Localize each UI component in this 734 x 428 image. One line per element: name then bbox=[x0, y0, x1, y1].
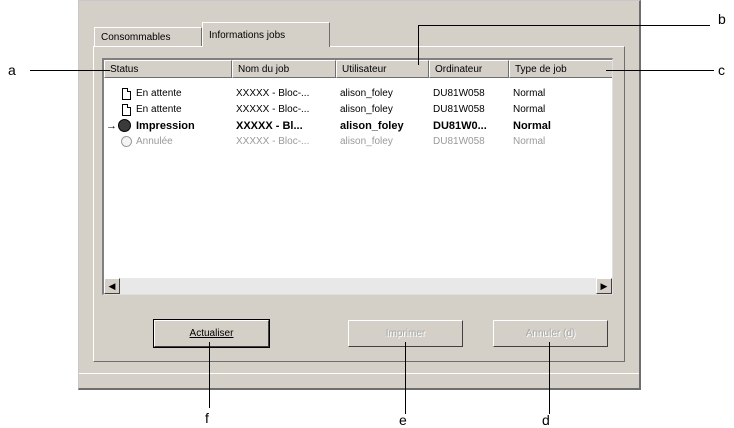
tab-consumables[interactable]: Consommables bbox=[94, 27, 202, 46]
column-header-job-type[interactable]: Type de job bbox=[509, 60, 612, 78]
job-computer: DU81W058 bbox=[433, 136, 485, 147]
cancel-button-label: Annuler (d) bbox=[525, 328, 576, 339]
tab-job-info[interactable]: Informations jobs bbox=[202, 22, 330, 47]
callout-label-e: e bbox=[399, 412, 407, 428]
dialog-divider bbox=[79, 373, 639, 374]
job-user: alison_foley bbox=[340, 136, 393, 147]
callout-line-f bbox=[209, 342, 210, 408]
callout-line-b bbox=[418, 25, 710, 26]
printing-icon bbox=[118, 119, 131, 132]
callout-line-b-vertical bbox=[418, 25, 419, 65]
table-row[interactable]: En attente XXXXX - Bloc-... alison_foley… bbox=[104, 86, 612, 102]
refresh-button-label: Actualiser bbox=[189, 328, 234, 339]
scroll-right-icon[interactable]: ▶ bbox=[596, 278, 612, 294]
job-status: En attente bbox=[136, 88, 182, 99]
cancel-job-button[interactable]: Annuler (d) bbox=[493, 320, 608, 347]
job-user: alison_foley bbox=[340, 120, 404, 132]
callout-label-a: a bbox=[8, 62, 16, 78]
refresh-button[interactable]: Actualiser bbox=[153, 319, 270, 348]
callout-label-f: f bbox=[205, 410, 209, 426]
job-type: Normal bbox=[513, 104, 546, 115]
callout-line-a bbox=[30, 70, 110, 71]
callout-line-e bbox=[405, 342, 406, 414]
job-user: alison_foley bbox=[340, 104, 393, 115]
callout-label-d: d bbox=[542, 412, 550, 428]
current-job-arrow-icon: → bbox=[106, 120, 117, 132]
callout-line-d bbox=[549, 342, 550, 414]
document-icon bbox=[122, 104, 131, 116]
column-header-computer[interactable]: Ordinateur bbox=[429, 60, 509, 78]
job-computer: DU81W0... bbox=[433, 120, 487, 132]
table-row[interactable]: En attente XXXXX - Bloc-... alison_foley… bbox=[104, 102, 612, 118]
job-name: XXXXX - Bloc-... bbox=[236, 136, 310, 147]
job-computer: DU81W058 bbox=[433, 88, 485, 99]
job-name: XXXXX - Bloc-... bbox=[236, 104, 310, 115]
scroll-left-icon[interactable]: ◀ bbox=[104, 278, 120, 294]
job-computer: DU81W058 bbox=[433, 104, 485, 115]
table-row[interactable]: → Impression XXXXX - Bl... alison_foley … bbox=[104, 118, 612, 134]
cancelled-job-icon bbox=[121, 136, 132, 147]
job-list[interactable]: Status Nom du job Utilisateur Ordinateur… bbox=[102, 58, 613, 295]
job-status: Impression bbox=[136, 120, 195, 132]
job-name: XXXXX - Bl... bbox=[236, 120, 303, 132]
job-status: Annulée bbox=[136, 136, 173, 147]
column-header-user[interactable]: Utilisateur bbox=[336, 60, 429, 78]
column-header-job-name[interactable]: Nom du job bbox=[232, 60, 336, 78]
horizontal-scrollbar[interactable]: ◀ ▶ bbox=[104, 278, 612, 294]
job-user: alison_foley bbox=[340, 88, 393, 99]
job-status: En attente bbox=[136, 104, 182, 115]
callout-label-b: b bbox=[718, 11, 726, 27]
column-header-status[interactable]: Status bbox=[104, 60, 232, 78]
job-type: Normal bbox=[513, 120, 551, 132]
document-icon bbox=[122, 88, 131, 100]
job-type: Normal bbox=[513, 88, 546, 99]
job-type: Normal bbox=[513, 136, 546, 147]
print-button-label: Imprimer bbox=[385, 328, 426, 339]
callout-line-c bbox=[606, 70, 714, 71]
callout-label-c: c bbox=[718, 62, 725, 78]
table-row[interactable]: Annulée XXXXX - Bloc-... alison_foley DU… bbox=[104, 134, 612, 150]
job-name: XXXXX - Bloc-... bbox=[236, 88, 310, 99]
